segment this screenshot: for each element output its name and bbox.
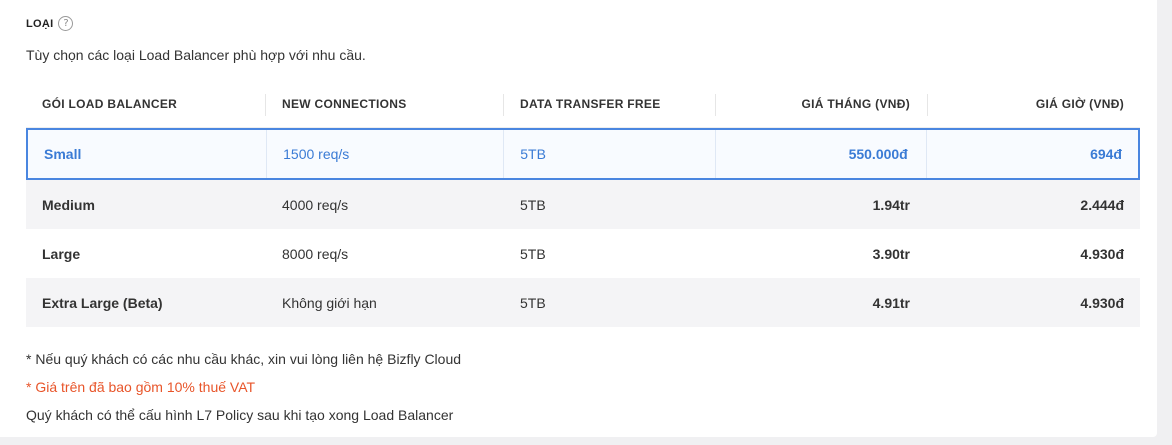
row-name: Large (42, 245, 81, 262)
row-monthly-price: 1.94tr (872, 196, 910, 213)
row-transfer: 5TB (504, 130, 716, 178)
row-connections: 1500 req/s (267, 130, 505, 178)
table-row-extra-large[interactable]: Extra Large (Beta) Không giới hạn 5TB 4.… (26, 278, 1140, 327)
note-contact: * Nếu quý khách có các nhu cầu khác, xin… (26, 351, 462, 367)
header-transfer: DATA TRANSFER FREE (504, 80, 716, 127)
row-transfer: 5TB (520, 196, 546, 213)
table-row-small[interactable]: Small 1500 req/s 5TB 550.000đ 694đ (26, 128, 1140, 180)
row-hourly-price: 4.930đ (1080, 294, 1124, 311)
row-name: Extra Large (Beta) (42, 294, 163, 311)
row-connections: 8000 req/s (282, 245, 349, 262)
row-monthly-price: 550.000đ (716, 130, 927, 178)
row-monthly-price: 4.91tr (872, 294, 910, 311)
row-hourly-price: 694đ (1090, 146, 1122, 162)
question-circle-icon[interactable]: ? (58, 16, 74, 31)
row-hourly-price: 4.930đ (1080, 245, 1124, 262)
notes: * Nếu quý khách có các nhu cầu khác, xin… (26, 345, 461, 429)
note-policy: Quý khách có thể cấu hình L7 Policy sau … (26, 407, 454, 423)
header-monthly-price: GIÁ THÁNG (VNĐ) (716, 80, 928, 127)
row-monthly-price: 3.90tr (872, 245, 910, 262)
row-connections: Không giới hạn (282, 294, 377, 311)
header-package: GÓI LOAD BALANCER (26, 80, 266, 127)
table-header: GÓI LOAD BALANCER NEW CONNECTIONS DATA T… (26, 80, 1140, 128)
section-subtitle: Tùy chọn các loại Load Balancer phù hợp … (26, 47, 366, 63)
row-name: Medium (42, 196, 95, 213)
row-transfer: 5TB (520, 294, 546, 311)
row-connections: 4000 req/s (282, 196, 349, 213)
header-connections: NEW CONNECTIONS (266, 80, 504, 127)
table-row-large[interactable]: Large 8000 req/s 5TB 3.90tr 4.930đ (26, 229, 1140, 278)
section-header: LOẠI ? (26, 16, 74, 31)
table-row-medium[interactable]: Medium 4000 req/s 5TB 1.94tr 2.444đ (26, 180, 1140, 229)
header-hourly-price: GIÁ GIỜ (VNĐ) (1035, 96, 1124, 111)
row-transfer: 5TB (520, 245, 546, 262)
load-balancer-table: GÓI LOAD BALANCER NEW CONNECTIONS DATA T… (26, 80, 1140, 327)
note-vat: * Giá trên đã bao gồm 10% thuế VAT (26, 379, 256, 395)
section-title: LOẠI (26, 17, 54, 30)
load-balancer-type-card: LOẠI ? Tùy chọn các loại Load Balancer p… (0, 0, 1157, 437)
row-name: Small (28, 130, 268, 178)
row-hourly-price: 2.444đ (1080, 196, 1124, 213)
